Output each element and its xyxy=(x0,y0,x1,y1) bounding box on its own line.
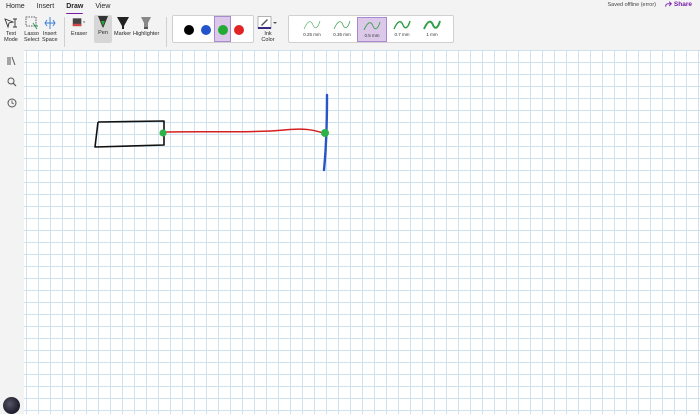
color-swatch-red[interactable] xyxy=(234,25,244,35)
thickness-1mm[interactable]: 1 mm xyxy=(417,17,447,42)
search-icon[interactable] xyxy=(6,76,18,88)
ink-green-dot-left xyxy=(159,129,167,137)
recent-clock-icon[interactable] xyxy=(6,97,18,109)
thickness-label: 1 mm xyxy=(426,32,438,37)
ink-color-icon xyxy=(257,16,279,30)
pen-button[interactable]: Pen xyxy=(94,15,112,43)
stroke-sample-icon xyxy=(363,21,381,31)
share-button[interactable]: Share xyxy=(665,1,692,8)
menu-bar: Home Insert Draw View xyxy=(0,0,700,15)
marker-button[interactable]: Marker xyxy=(114,16,131,37)
lasso-select-button[interactable]: Lasso Select xyxy=(24,16,39,43)
thickness-label: 0.7 mm xyxy=(394,32,410,37)
pen-icon xyxy=(96,15,110,29)
insert-space-label-2: Space xyxy=(42,37,58,43)
onenote-app: Home Insert Draw View Saved offline (err… xyxy=(0,0,700,414)
thickness-presets: 0.25 mm 0.35 mm 0.5 mm 0.7 mm 1 mm xyxy=(288,15,454,43)
notebooks-icon[interactable] xyxy=(6,55,18,67)
stroke-sample-icon xyxy=(423,20,441,30)
insert-space-icon xyxy=(43,16,57,30)
tab-insert[interactable]: Insert xyxy=(31,1,61,13)
lasso-label-2: Select xyxy=(24,37,40,43)
thickness-label: 0.35 mm xyxy=(333,32,351,37)
pen-label: Pen xyxy=(98,30,108,36)
avatar[interactable] xyxy=(3,397,20,414)
thickness-label: 0.5 mm xyxy=(364,33,380,38)
eraser-label: Eraser xyxy=(71,31,88,37)
sync-status: Saved offline (error) xyxy=(607,2,656,8)
share-icon xyxy=(665,1,672,7)
text-mode-label-2: Mode xyxy=(4,37,18,43)
stroke-sample-icon xyxy=(333,20,351,30)
eraser-icon xyxy=(72,16,86,30)
eraser-button[interactable]: Eraser xyxy=(71,16,87,37)
ink-color-label-2: Color xyxy=(261,37,275,43)
share-label: Share xyxy=(673,1,692,8)
stroke-sample-icon xyxy=(393,20,411,30)
tab-home[interactable]: Home xyxy=(0,1,31,13)
thickness-label: 0.25 mm xyxy=(303,32,321,37)
ink-green-dot-right xyxy=(321,129,329,137)
tab-draw[interactable]: Draw xyxy=(60,1,89,15)
drawing-canvas[interactable] xyxy=(24,50,700,414)
text-mode-button[interactable]: Text Mode xyxy=(4,16,18,43)
ink-layer xyxy=(94,93,329,172)
highlighter-label: Highlighter xyxy=(133,31,160,37)
ribbon-divider xyxy=(166,17,167,47)
color-swatch-blue[interactable] xyxy=(201,25,211,35)
thickness-0-35mm[interactable]: 0.35 mm xyxy=(327,17,357,42)
color-swatch-black[interactable] xyxy=(184,25,194,35)
ribbon-divider xyxy=(64,17,65,47)
stroke-sample-icon xyxy=(303,20,321,30)
marker-icon xyxy=(116,16,130,30)
thickness-0-5mm[interactable]: 0.5 mm xyxy=(357,17,387,42)
marker-label: Marker xyxy=(114,31,132,37)
ink-red-line xyxy=(163,128,326,134)
insert-space-button[interactable]: Insert Space xyxy=(42,16,58,43)
thickness-0-25mm[interactable]: 0.25 mm xyxy=(297,17,327,42)
color-swatch-green[interactable] xyxy=(218,25,228,35)
highlighter-button[interactable]: Highlighter xyxy=(133,16,159,37)
thickness-0-7mm[interactable]: 0.7 mm xyxy=(387,17,417,42)
lasso-icon xyxy=(25,16,39,30)
text-cursor-icon xyxy=(4,16,18,30)
color-palette xyxy=(172,15,254,43)
tab-view[interactable]: View xyxy=(89,1,116,13)
highlighter-icon xyxy=(139,16,153,30)
navigation-rail xyxy=(0,50,24,414)
ink-rectangle xyxy=(94,120,165,148)
ink-color-button[interactable]: Ink Color xyxy=(257,16,279,46)
